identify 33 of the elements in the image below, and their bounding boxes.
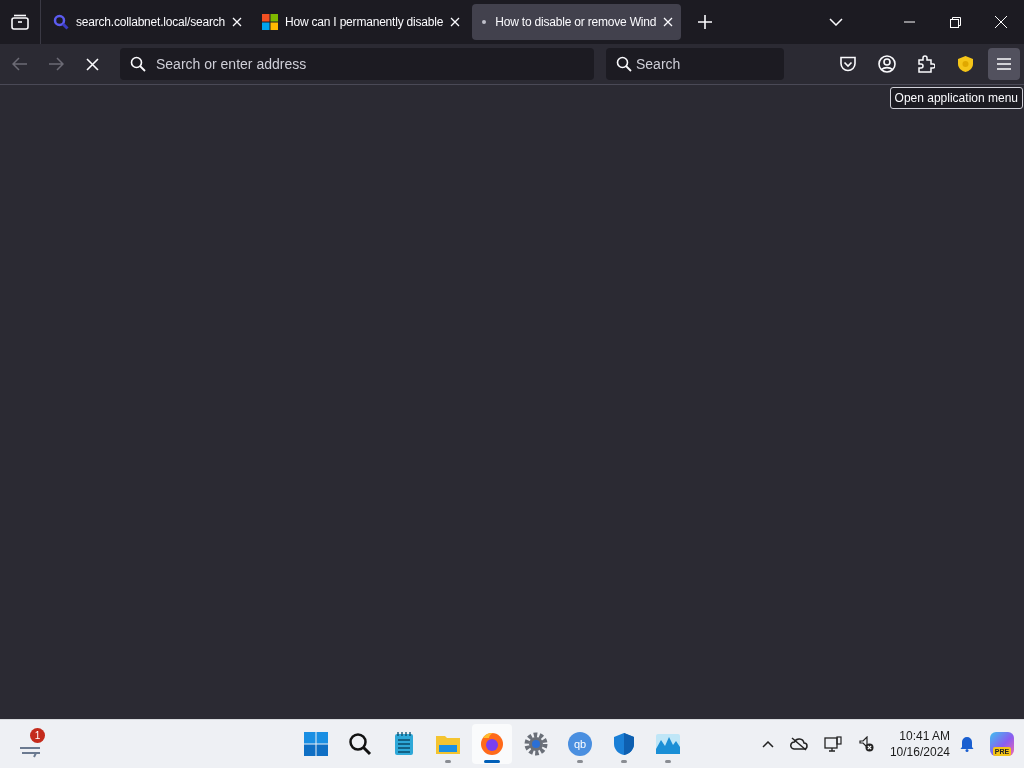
browser-tab[interactable]: How to disable or remove Wind: [472, 4, 682, 40]
clock-date[interactable]: 10/16/2024: [889, 744, 950, 760]
search-field[interactable]: Search: [606, 48, 784, 80]
shield-icon: [613, 732, 635, 756]
browser-tab[interactable]: How can I permanently disable: [253, 4, 469, 40]
browser-tab[interactable]: search.collabnet.local/search: [45, 4, 250, 40]
address-field[interactable]: Search or enter address: [120, 48, 594, 80]
chart-window-icon: [655, 733, 681, 755]
close-tab-icon[interactable]: [450, 17, 461, 27]
bell-icon[interactable]: [960, 736, 974, 752]
cloud-off-icon[interactable]: [789, 737, 808, 751]
chevron-up-icon[interactable]: [761, 740, 774, 748]
gear-icon: [524, 732, 548, 756]
taskbar-app[interactable]: [472, 724, 512, 764]
loading-dot-icon: [480, 18, 489, 26]
speaker-muted-icon[interactable]: [857, 736, 874, 752]
search-icon: [348, 732, 372, 756]
tooltip: Open application menu: [889, 87, 1023, 109]
menu-icon[interactable]: [988, 48, 1020, 80]
search-icon: [130, 56, 146, 72]
windows-logo-icon: [304, 732, 328, 756]
firefox-icon: [480, 732, 504, 756]
search-icon: [616, 56, 632, 72]
windows-logo-icon: [261, 14, 278, 30]
notification-badge: 1: [30, 728, 45, 743]
notepad-icon: [394, 732, 414, 756]
close-tab-icon[interactable]: [231, 17, 242, 27]
qbittorrent-icon: qb: [568, 732, 592, 756]
close-tab-icon[interactable]: [663, 17, 674, 27]
search-icon: [53, 14, 69, 30]
network-icon[interactable]: [823, 736, 842, 752]
folder-icon: [435, 733, 461, 755]
clock-time[interactable]: 10:41 AM: [899, 728, 950, 744]
